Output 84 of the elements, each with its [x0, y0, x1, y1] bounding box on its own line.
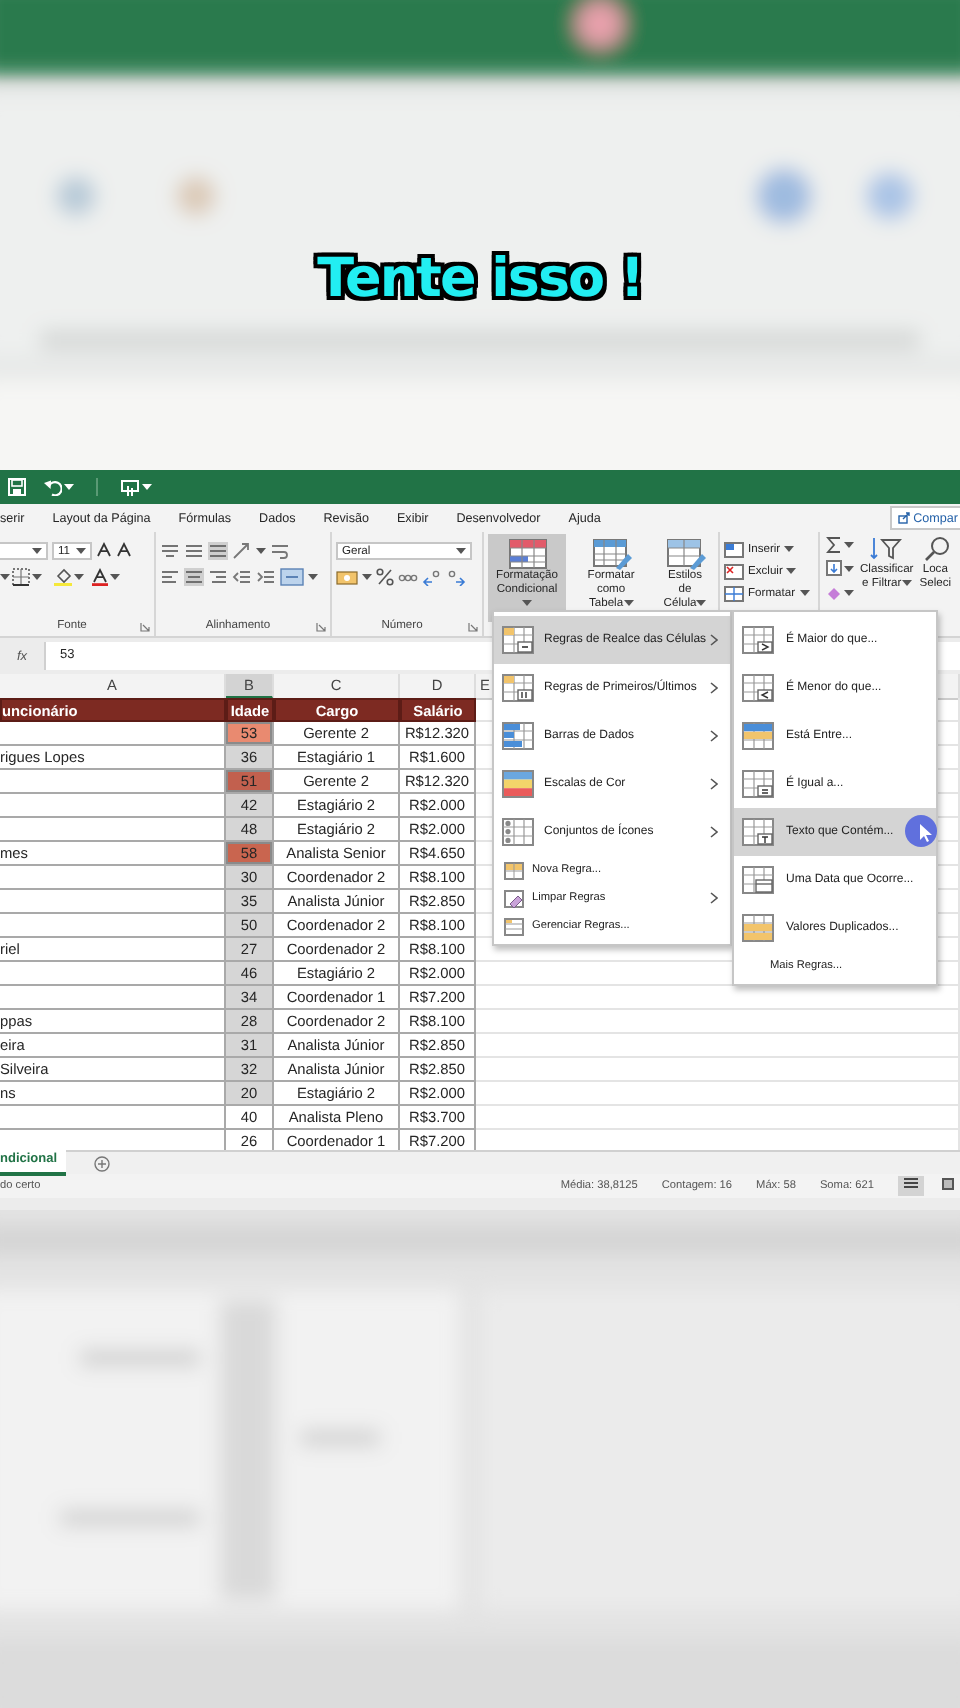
- sum-icon[interactable]: [826, 536, 842, 554]
- align-top-icon[interactable]: [160, 542, 180, 560]
- caret-icon: [623, 600, 634, 606]
- table-format-icon: [591, 538, 632, 570]
- font-color-icon[interactable]: [92, 568, 108, 586]
- chevron-right-icon: [710, 892, 718, 904]
- caret-icon: [32, 548, 42, 554]
- increase-decimal-icon[interactable]: [422, 568, 442, 586]
- table-text-icon: [742, 818, 774, 846]
- undo-icon[interactable]: [44, 478, 62, 496]
- color-scale-icon: [502, 770, 534, 798]
- data-bar-icon: [502, 722, 534, 750]
- sort-filter-icon: [870, 536, 903, 564]
- chevron-right-icon: [710, 826, 718, 838]
- conditional-format-icon: [507, 538, 548, 570]
- chevron-right-icon: [710, 682, 718, 694]
- merge-cells-icon[interactable]: [280, 568, 304, 586]
- caption-text: Tente isso !: [317, 248, 643, 310]
- icon-set-icon: [502, 818, 534, 846]
- save-icon[interactable]: [8, 478, 26, 496]
- wrap-text-icon[interactable]: [270, 542, 290, 560]
- caret-icon: [74, 574, 84, 580]
- caret-icon: [32, 574, 42, 580]
- delete-cells-icon: [724, 563, 744, 579]
- manage-rules-icon: [504, 917, 524, 935]
- caret-icon: [64, 484, 74, 490]
- cell-styles-icon: [665, 538, 706, 570]
- caret-icon: [76, 548, 86, 554]
- format-cells-icon: [724, 585, 744, 601]
- new-rule-icon: [504, 861, 524, 879]
- caret-icon: [786, 568, 797, 574]
- align-center-icon[interactable]: [184, 568, 204, 586]
- table-duplicates-icon: [742, 914, 774, 942]
- align-left-icon[interactable]: [160, 568, 180, 586]
- table-arrow-icon: [502, 626, 534, 654]
- caret-icon: [308, 574, 318, 580]
- caret-icon: [0, 574, 10, 580]
- search-icon: [921, 536, 950, 564]
- fill-color-icon[interactable]: [54, 568, 72, 586]
- table-greater-icon: [742, 626, 774, 654]
- caret-icon: [901, 580, 912, 586]
- page-layout-icon[interactable]: [942, 1178, 954, 1190]
- decrease-decimal-icon[interactable]: [446, 568, 466, 586]
- orientation-icon[interactable]: [232, 542, 252, 560]
- launcher-icon[interactable]: [140, 621, 150, 631]
- caret-icon: [784, 546, 795, 552]
- shrink-font-icon[interactable]: [116, 542, 132, 560]
- table-equal-icon: [742, 770, 774, 798]
- table-calendar-icon: [742, 866, 774, 894]
- normal-view-icon[interactable]: [904, 1178, 918, 1190]
- fill-down-icon[interactable]: [826, 560, 842, 578]
- chevron-right-icon: [710, 634, 718, 646]
- increase-indent-icon[interactable]: [256, 568, 276, 586]
- table-less-icon: [742, 674, 774, 702]
- caret-icon: [362, 574, 372, 580]
- launcher-icon[interactable]: [468, 621, 478, 631]
- chevron-right-icon: [710, 778, 718, 790]
- table-between-icon: [742, 722, 774, 750]
- share-icon: [897, 512, 910, 524]
- caret-icon: [522, 600, 533, 606]
- align-bottom-icon[interactable]: [208, 542, 228, 560]
- caret-icon: [844, 542, 854, 548]
- decrease-indent-icon[interactable]: [232, 568, 252, 586]
- grow-font-icon[interactable]: [96, 542, 112, 560]
- currency-icon[interactable]: [336, 568, 358, 586]
- caret-icon: [456, 548, 466, 554]
- caret-icon: [256, 548, 266, 554]
- launcher-icon[interactable]: [316, 621, 326, 631]
- eraser-table-icon: [504, 889, 524, 907]
- borders-icon[interactable]: [12, 568, 30, 586]
- add-sheet-icon[interactable]: [93, 1155, 110, 1171]
- caret-icon: [844, 590, 854, 596]
- table-rank-icon: [502, 674, 534, 702]
- caret-icon: [799, 590, 810, 596]
- align-right-icon[interactable]: [208, 568, 228, 586]
- align-middle-icon[interactable]: [184, 542, 204, 560]
- font-name-field[interactable]: [0, 542, 48, 560]
- insert-cells-icon: [724, 541, 744, 557]
- caret-icon: [142, 484, 152, 490]
- chevron-right-icon: [710, 730, 718, 742]
- caret-icon: [110, 574, 120, 580]
- percent-icon[interactable]: [376, 568, 394, 586]
- caret-icon: [696, 600, 707, 606]
- caret-icon: [844, 566, 854, 572]
